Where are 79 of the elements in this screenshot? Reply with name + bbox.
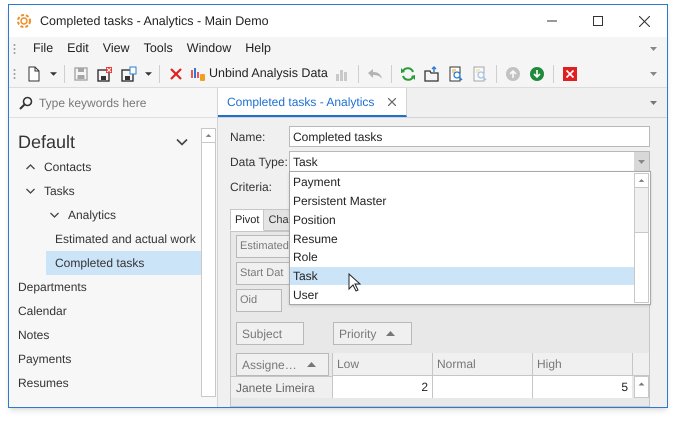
pivot-field[interactable]: Priority bbox=[333, 322, 412, 345]
menu-item[interactable]: Window bbox=[180, 38, 238, 60]
sort-icon[interactable] bbox=[386, 331, 396, 336]
chevron-icon[interactable] bbox=[49, 211, 60, 219]
nav-item[interactable]: Resumes bbox=[9, 371, 201, 395]
search-icon bbox=[19, 96, 33, 110]
caret-icon[interactable] bbox=[650, 101, 657, 105]
caret-icon bbox=[50, 72, 56, 76]
report-search-icon bbox=[472, 66, 488, 82]
floppy-icon bbox=[97, 66, 113, 82]
dropdown-option[interactable]: User bbox=[290, 285, 634, 304]
caret-icon bbox=[144, 72, 152, 76]
floppy-icon bbox=[73, 66, 89, 82]
dropdown-option[interactable]: Role bbox=[290, 248, 634, 267]
caret-icon[interactable] bbox=[638, 160, 645, 164]
field-label: Criteria: bbox=[230, 178, 274, 196]
document-icon bbox=[26, 66, 42, 82]
search-field[interactable]: Type keywords here bbox=[9, 88, 217, 118]
menu-item[interactable]: Tools bbox=[136, 38, 180, 60]
grip-icon[interactable] bbox=[13, 42, 16, 54]
chevron-icon[interactable] bbox=[25, 163, 36, 171]
pivot-field[interactable]: Subject bbox=[236, 322, 304, 345]
mouse-cursor-icon bbox=[348, 273, 361, 292]
nav-item[interactable]: Estimated and actual work bbox=[46, 227, 201, 251]
sort-icon[interactable] bbox=[306, 362, 316, 367]
unbind-button[interactable]: Unbind Analysis Data bbox=[188, 62, 330, 86]
chevron-icon[interactable] bbox=[175, 137, 189, 147]
close-icon bbox=[562, 66, 578, 82]
chart-icon bbox=[190, 66, 206, 82]
column-header: High bbox=[532, 353, 632, 376]
dropdown-option[interactable]: Payment bbox=[290, 173, 634, 192]
field-label: Data Type: bbox=[230, 154, 289, 170]
scroll-thumb[interactable] bbox=[635, 232, 648, 302]
grip-icon[interactable] bbox=[13, 68, 16, 80]
field-label: Name: bbox=[230, 128, 266, 146]
nav-item[interactable]: Calendar bbox=[9, 299, 201, 323]
caret-icon[interactable] bbox=[650, 46, 657, 50]
caret-icon[interactable] bbox=[650, 72, 657, 76]
floppy-icon bbox=[121, 66, 137, 82]
pivot-field[interactable]: Oid bbox=[236, 289, 282, 312]
close-icon[interactable] bbox=[388, 98, 396, 106]
dropdown-option[interactable]: Persistent Master bbox=[290, 192, 634, 210]
folder-arrow-icon bbox=[424, 66, 440, 82]
nav-item[interactable]: Completed tasks bbox=[46, 251, 201, 275]
window-title: Completed tasks - Analytics - Main Demo bbox=[40, 12, 269, 30]
document-tab[interactable]: Completed tasks - Analytics bbox=[218, 88, 408, 117]
row-header: Janete Limeira bbox=[231, 376, 332, 398]
refresh-icon bbox=[400, 66, 416, 82]
nav-item[interactable]: Analytics bbox=[9, 203, 201, 227]
nav-item[interactable]: Contacts bbox=[9, 155, 201, 179]
close-icon bbox=[638, 16, 650, 26]
menu-item[interactable]: View bbox=[96, 38, 137, 60]
scrollbar[interactable] bbox=[634, 173, 649, 303]
menu-item[interactable]: Help bbox=[238, 38, 278, 60]
menu-item[interactable]: File bbox=[26, 38, 60, 60]
table-cell: 2 bbox=[332, 376, 432, 398]
name-field[interactable]: Completed tasks bbox=[289, 126, 650, 147]
table-cell: 5 bbox=[532, 376, 632, 398]
nav-item[interactable]: Notes bbox=[9, 323, 201, 347]
column-header: Low bbox=[332, 353, 432, 376]
column-header: Normal bbox=[432, 353, 532, 376]
dropdown-option[interactable]: Resume bbox=[290, 229, 634, 248]
menu-item[interactable]: Edit bbox=[60, 38, 96, 60]
data-type-combo[interactable]: Task bbox=[289, 151, 650, 172]
scroll-up-icon[interactable] bbox=[635, 174, 648, 188]
delete-icon bbox=[168, 66, 184, 82]
pivot-tab[interactable]: Pivot bbox=[230, 209, 264, 231]
nav-item[interactable]: Departments bbox=[9, 275, 201, 299]
maximize-icon bbox=[593, 16, 603, 26]
scrollbar[interactable] bbox=[201, 128, 216, 397]
report-search-icon bbox=[448, 66, 464, 82]
scrollbar[interactable] bbox=[634, 376, 649, 398]
nav-group-header[interactable]: Default bbox=[9, 130, 201, 154]
nav-item[interactable]: Tasks bbox=[9, 179, 201, 203]
dropdown-option[interactable]: Task bbox=[290, 266, 634, 286]
gear-icon bbox=[15, 12, 33, 30]
chevron-icon[interactable] bbox=[25, 187, 36, 195]
nav-item[interactable]: Payments bbox=[9, 347, 201, 371]
pivot-field[interactable]: Assigne… bbox=[236, 353, 329, 376]
